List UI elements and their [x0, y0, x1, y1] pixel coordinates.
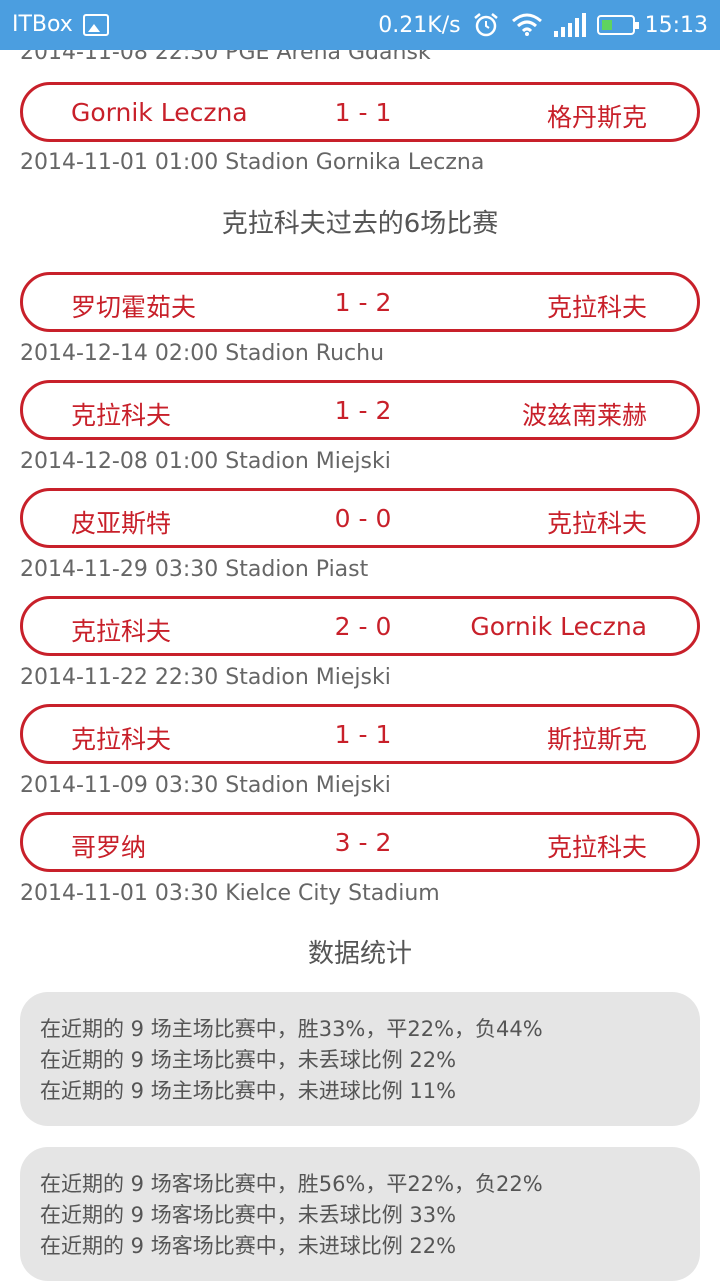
match-score: 0 - 0	[334, 504, 392, 533]
match-row[interactable]: 克拉科夫 1 - 2 波兹南莱赫	[20, 380, 700, 440]
home-stat-line: 在近期的 9 场主场比赛中，未丢球比例 22%	[40, 1048, 457, 1072]
away-stat-line: 在近期的 9 场客场比赛中，未进球比例 22%	[40, 1234, 457, 1258]
match-score: 1 - 2	[334, 396, 392, 425]
wifi-icon	[511, 13, 542, 36]
krakow-section-title: 克拉科夫过去的6场比赛	[221, 209, 499, 239]
match-score: 2 - 0	[334, 612, 392, 641]
away-stat-line: 在近期的 9 场客场比赛中，未丢球比例 33%	[40, 1203, 457, 1227]
match-date: 2014-12-14 02:00 Stadion Ruchu	[20, 341, 385, 366]
alarm-icon	[473, 13, 498, 37]
away-team: 格丹斯克	[546, 103, 647, 132]
home-team: 皮亚斯特	[71, 509, 172, 538]
status-bar: ITBox 0.21K/s 15:13	[0, 0, 720, 50]
status-bar-right: 0.21K/s 15:13	[378, 12, 708, 38]
away-stat-line: 在近期的 9 场客场比赛中，胜56%，平22%，负22%	[40, 1172, 543, 1196]
home-team: 克拉科夫	[71, 401, 172, 430]
image-icon	[82, 13, 109, 36]
away-stats-box: 在近期的 9 场客场比赛中，胜56%，平22%，负22% 在近期的 9 场客场比…	[20, 1147, 700, 1281]
match-date: 2014-11-22 22:30 Stadion Miejski	[20, 665, 391, 690]
home-stats-box: 在近期的 9 场主场比赛中，胜33%，平22%，负44% 在近期的 9 场主场比…	[20, 992, 700, 1126]
away-team: Gornik Leczna	[470, 612, 647, 641]
home-team: 哥罗纳	[71, 833, 147, 862]
stats-section-title: 数据统计	[307, 939, 412, 969]
match-row[interactable]: 哥罗纳 3 - 2 克拉科夫	[20, 812, 700, 872]
match-row[interactable]: 克拉科夫 1 - 1 斯拉斯克	[20, 704, 700, 764]
home-team: 克拉科夫	[71, 617, 172, 646]
match-score: 1 - 1	[334, 98, 392, 127]
match-score: 1 - 2	[334, 288, 392, 317]
app-name: ITBox	[12, 12, 73, 37]
away-team: 克拉科夫	[546, 833, 647, 862]
net-speed: 0.21K/s	[378, 12, 461, 38]
match-date: 2014-11-01 01:00 Stadion Gornika Leczna	[20, 150, 485, 175]
match-date: 2014-11-01 03:30 Kielce City Stadium	[20, 881, 440, 906]
home-team: 罗切霍茹夫	[71, 293, 197, 322]
match-date: 2014-12-08 01:00 Stadion Miejski	[20, 449, 391, 474]
home-team: Gornik Leczna	[71, 98, 248, 127]
match-row[interactable]: 皮亚斯特 0 - 0 克拉科夫	[20, 488, 700, 548]
status-bar-left: ITBox	[12, 12, 109, 37]
signal-icon	[553, 13, 586, 37]
away-team: 斯拉斯克	[546, 725, 647, 754]
match-date: 2014-11-29 03:30 Stadion Piast	[20, 557, 369, 582]
home-stat-line: 在近期的 9 场主场比赛中，未进球比例 11%	[40, 1079, 457, 1103]
match-date: 2014-11-09 03:30 Stadion Miejski	[20, 773, 391, 798]
battery-icon	[596, 15, 639, 35]
home-stat-line: 在近期的 9 场主场比赛中，胜33%，平22%，负44%	[40, 1017, 543, 1041]
match-row[interactable]: 克拉科夫 2 - 0 Gornik Leczna	[20, 596, 700, 656]
match-row[interactable]: 罗切霍茹夫 1 - 2 克拉科夫	[20, 272, 700, 332]
away-team: 克拉科夫	[546, 293, 647, 322]
away-team: 波兹南莱赫	[521, 401, 647, 430]
clock-time: 15:13	[644, 12, 708, 38]
match-score: 3 - 2	[334, 828, 392, 857]
match-row[interactable]: Gornik Leczna 1 - 1 格丹斯克	[20, 82, 700, 142]
match-score: 1 - 1	[334, 720, 392, 749]
home-team: 克拉科夫	[71, 725, 172, 754]
away-team: 克拉科夫	[546, 509, 647, 538]
